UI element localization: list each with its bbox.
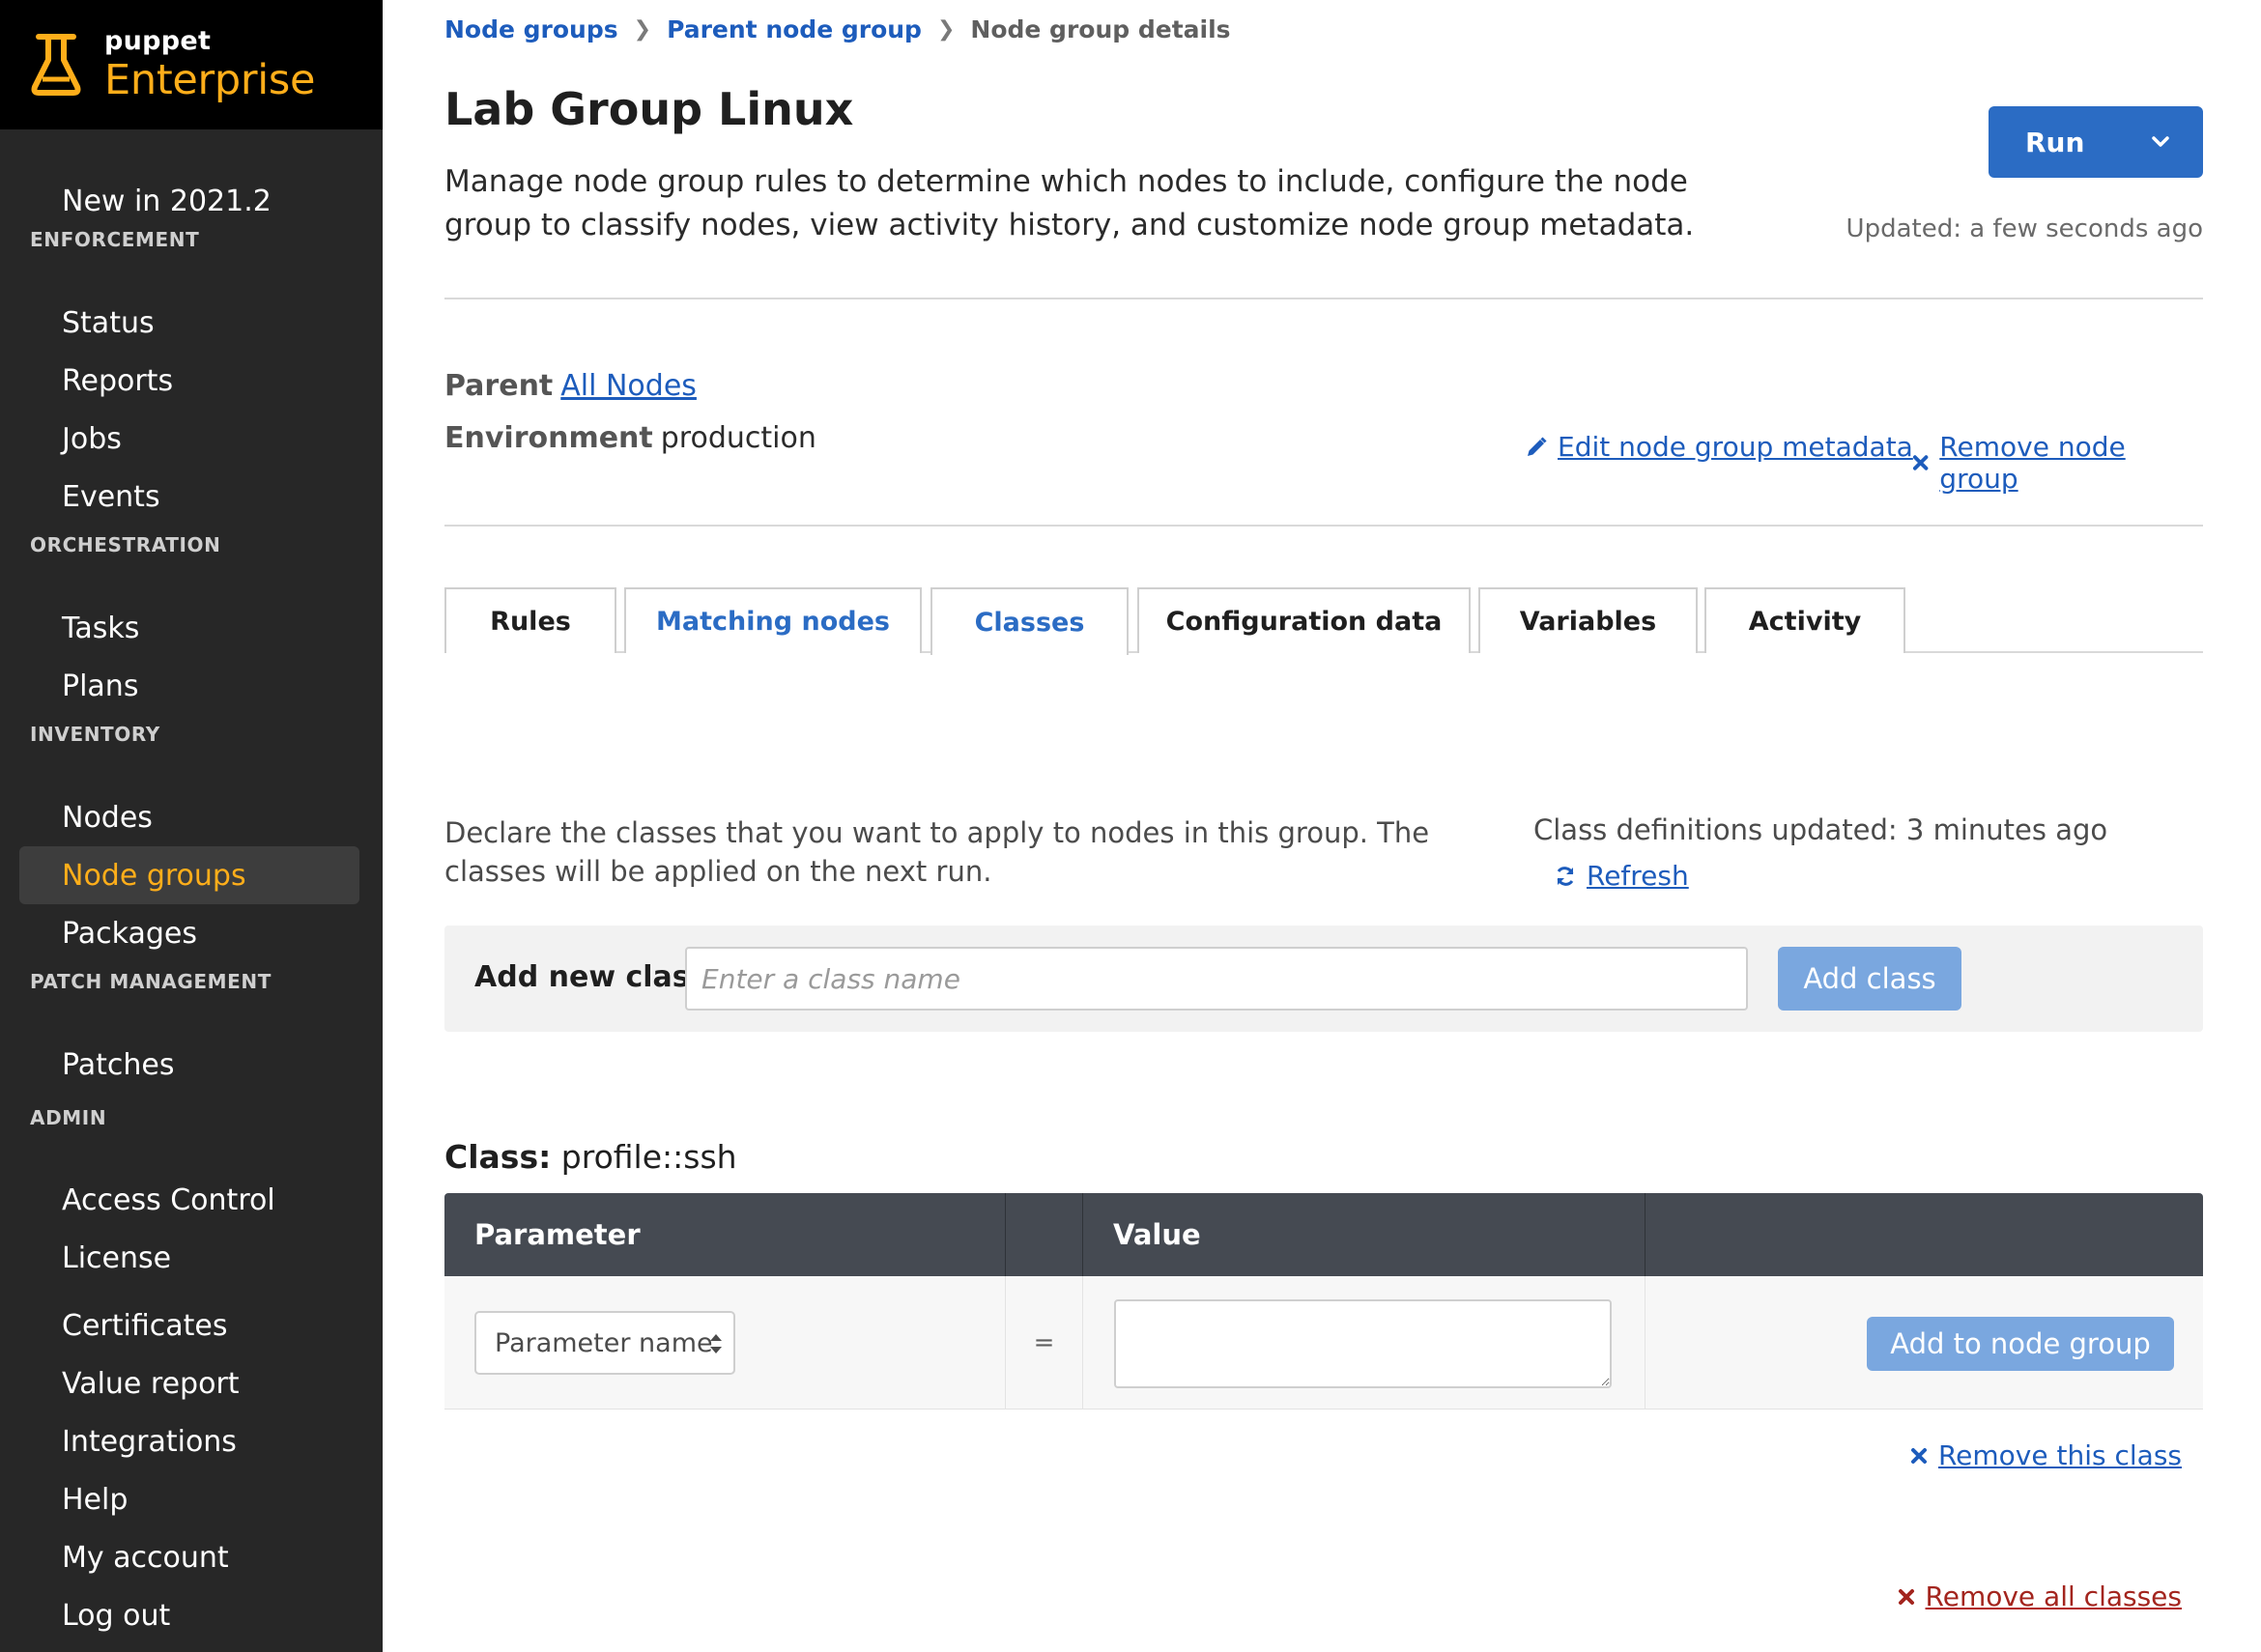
puppet-flask-icon (31, 34, 81, 96)
table-header: Parameter Value (444, 1193, 2203, 1276)
table-row: Parameter name = Add to node group (444, 1276, 2203, 1410)
remove-node-group-label: Remove node group (1939, 431, 2126, 495)
main-content: Node groups ❯ Parent node group ❯ Node g… (444, 0, 2203, 1652)
add-class-label: Add new class (474, 960, 707, 994)
tab-configuration-data[interactable]: Configuration data (1137, 587, 1471, 653)
environment-label: Environment (444, 421, 653, 455)
sidebar-item-plans[interactable]: Plans (19, 657, 359, 715)
sort-arrows-icon (710, 1334, 722, 1353)
environment-row: Environment production (444, 421, 816, 455)
refresh-label: Refresh (1587, 860, 1689, 892)
tab-variables[interactable]: Variables (1478, 587, 1698, 653)
run-button-label: Run (2025, 126, 2085, 158)
breadcrumb-node-groups[interactable]: Node groups (444, 15, 618, 43)
breadcrumb-parent-node-group[interactable]: Parent node group (667, 15, 922, 43)
class-title: Class: profile::ssh (444, 1138, 737, 1176)
sidebar-item-events[interactable]: Events (19, 468, 359, 526)
updated-timestamp: Updated: a few seconds ago (1846, 214, 2203, 243)
chevron-right-icon: ❯ (633, 17, 652, 42)
sidebar-item-nodes[interactable]: Nodes (19, 788, 359, 846)
sidebar-item-value-report[interactable]: Value report (19, 1354, 359, 1412)
remove-all-classes-label: Remove all classes (1925, 1581, 2182, 1612)
sidebar-section-inventory: INVENTORY (30, 723, 160, 746)
run-button[interactable]: Run (1989, 106, 2203, 178)
chevron-right-icon: ❯ (936, 17, 956, 42)
parent-row: Parent All Nodes (444, 369, 697, 403)
sidebar-section-enforcement: ENFORCEMENT (30, 228, 200, 251)
class-title-prefix: Class: (444, 1138, 552, 1176)
sidebar-item-integrations[interactable]: Integrations (19, 1412, 359, 1470)
classes-description: Declare the classes that you want to app… (444, 816, 1430, 888)
sidebar-section-patch-management: PATCH MANAGEMENT (30, 970, 272, 993)
sidebar-item-node-groups[interactable]: Node groups (19, 846, 359, 904)
brand-header[interactable]: puppet Enterprise (0, 0, 383, 129)
sidebar-section-admin: ADMIN (30, 1106, 107, 1129)
sidebar-item-access-control[interactable]: Access Control (19, 1171, 359, 1229)
chevron-down-icon (2152, 136, 2169, 147)
page-title: Lab Group Linux (444, 83, 854, 135)
environment-value: production (660, 421, 816, 455)
sidebar-item-jobs[interactable]: Jobs (19, 410, 359, 468)
parent-label: Parent (444, 369, 554, 403)
class-definitions-updated: Class definitions updated: 3 minutes ago (1533, 813, 2108, 846)
tab-classes[interactable]: Classes (930, 587, 1129, 655)
header-actions (1646, 1193, 2203, 1276)
header-equals (1006, 1193, 1083, 1276)
sidebar-item-new[interactable]: New in 2021.2 (19, 172, 359, 230)
brand-name-big: Enterprise (104, 56, 316, 104)
sidebar-item-patches[interactable]: Patches (19, 1036, 359, 1094)
equals-cell: = (1006, 1276, 1083, 1409)
refresh-icon (1557, 866, 1574, 886)
add-class-button[interactable]: Add class (1778, 947, 1961, 1011)
sidebar-item-packages[interactable]: Packages (19, 904, 359, 962)
value-cell (1083, 1276, 1646, 1409)
edit-metadata-label: Edit node group metadata (1558, 431, 1913, 463)
close-icon (1910, 1447, 1927, 1464)
header-divider (444, 298, 2203, 299)
breadcrumb: Node groups ❯ Parent node group ❯ Node g… (444, 15, 1231, 43)
remove-node-group-link[interactable]: Remove node group (1911, 431, 2203, 495)
parameter-value-input[interactable] (1114, 1299, 1612, 1388)
header-parameter: Parameter (444, 1193, 1006, 1276)
tab-activity[interactable]: Activity (1704, 587, 1905, 653)
add-to-node-group-button[interactable]: Add to node group (1867, 1317, 2174, 1371)
meta-divider (444, 525, 2203, 527)
parameter-name-placeholder: Parameter name (495, 1327, 713, 1358)
class-name-input[interactable] (685, 947, 1748, 1011)
sidebar-item-reports[interactable]: Reports (19, 352, 359, 410)
page-description: Manage node group rules to determine whi… (444, 164, 1695, 242)
breadcrumb-current: Node group details (970, 15, 1231, 43)
tab-bar: Rules Matching nodes Classes Configurati… (444, 587, 2203, 655)
sidebar-item-status[interactable]: Status (19, 294, 359, 352)
remove-class-link[interactable]: Remove this class (1909, 1439, 2182, 1471)
equals-sign: = (1033, 1327, 1055, 1357)
sidebar-item-help[interactable]: Help (19, 1470, 359, 1528)
remove-class-label: Remove this class (1937, 1439, 2182, 1471)
sidebar-section-orchestration: ORCHESTRATION (30, 533, 221, 556)
tab-rules[interactable]: Rules (444, 587, 616, 653)
parameter-cell: Parameter name (444, 1276, 1006, 1409)
parameter-name-select[interactable]: Parameter name (474, 1311, 735, 1375)
parent-link[interactable]: All Nodes (560, 369, 697, 403)
sidebar-item-license[interactable]: License (19, 1229, 359, 1287)
sidebar: puppet Enterprise New in 2021.2 ENFORCEM… (0, 0, 383, 1652)
action-cell: Add to node group (1646, 1276, 2203, 1409)
parameter-table: Parameter Value Parameter name = Add to … (444, 1193, 2203, 1410)
refresh-link[interactable]: Refresh (1554, 860, 1689, 892)
sidebar-item-tasks[interactable]: Tasks (19, 599, 359, 657)
tab-matching-nodes[interactable]: Matching nodes (624, 587, 922, 653)
brand-name-small: puppet (104, 26, 212, 56)
edit-metadata-link[interactable]: Edit node group metadata (1525, 431, 1913, 463)
header-value: Value (1083, 1193, 1646, 1276)
sidebar-item-log-out[interactable]: Log out (19, 1586, 359, 1644)
sidebar-item-my-account[interactable]: My account (19, 1528, 359, 1586)
pencil-icon (1528, 436, 1547, 456)
sidebar-item-certificates[interactable]: Certificates (19, 1296, 359, 1354)
remove-all-classes-link[interactable]: Remove all classes (1897, 1581, 2182, 1612)
close-icon (1912, 455, 1929, 470)
class-title-name: profile::ssh (560, 1138, 737, 1176)
close-icon (1898, 1588, 1914, 1605)
